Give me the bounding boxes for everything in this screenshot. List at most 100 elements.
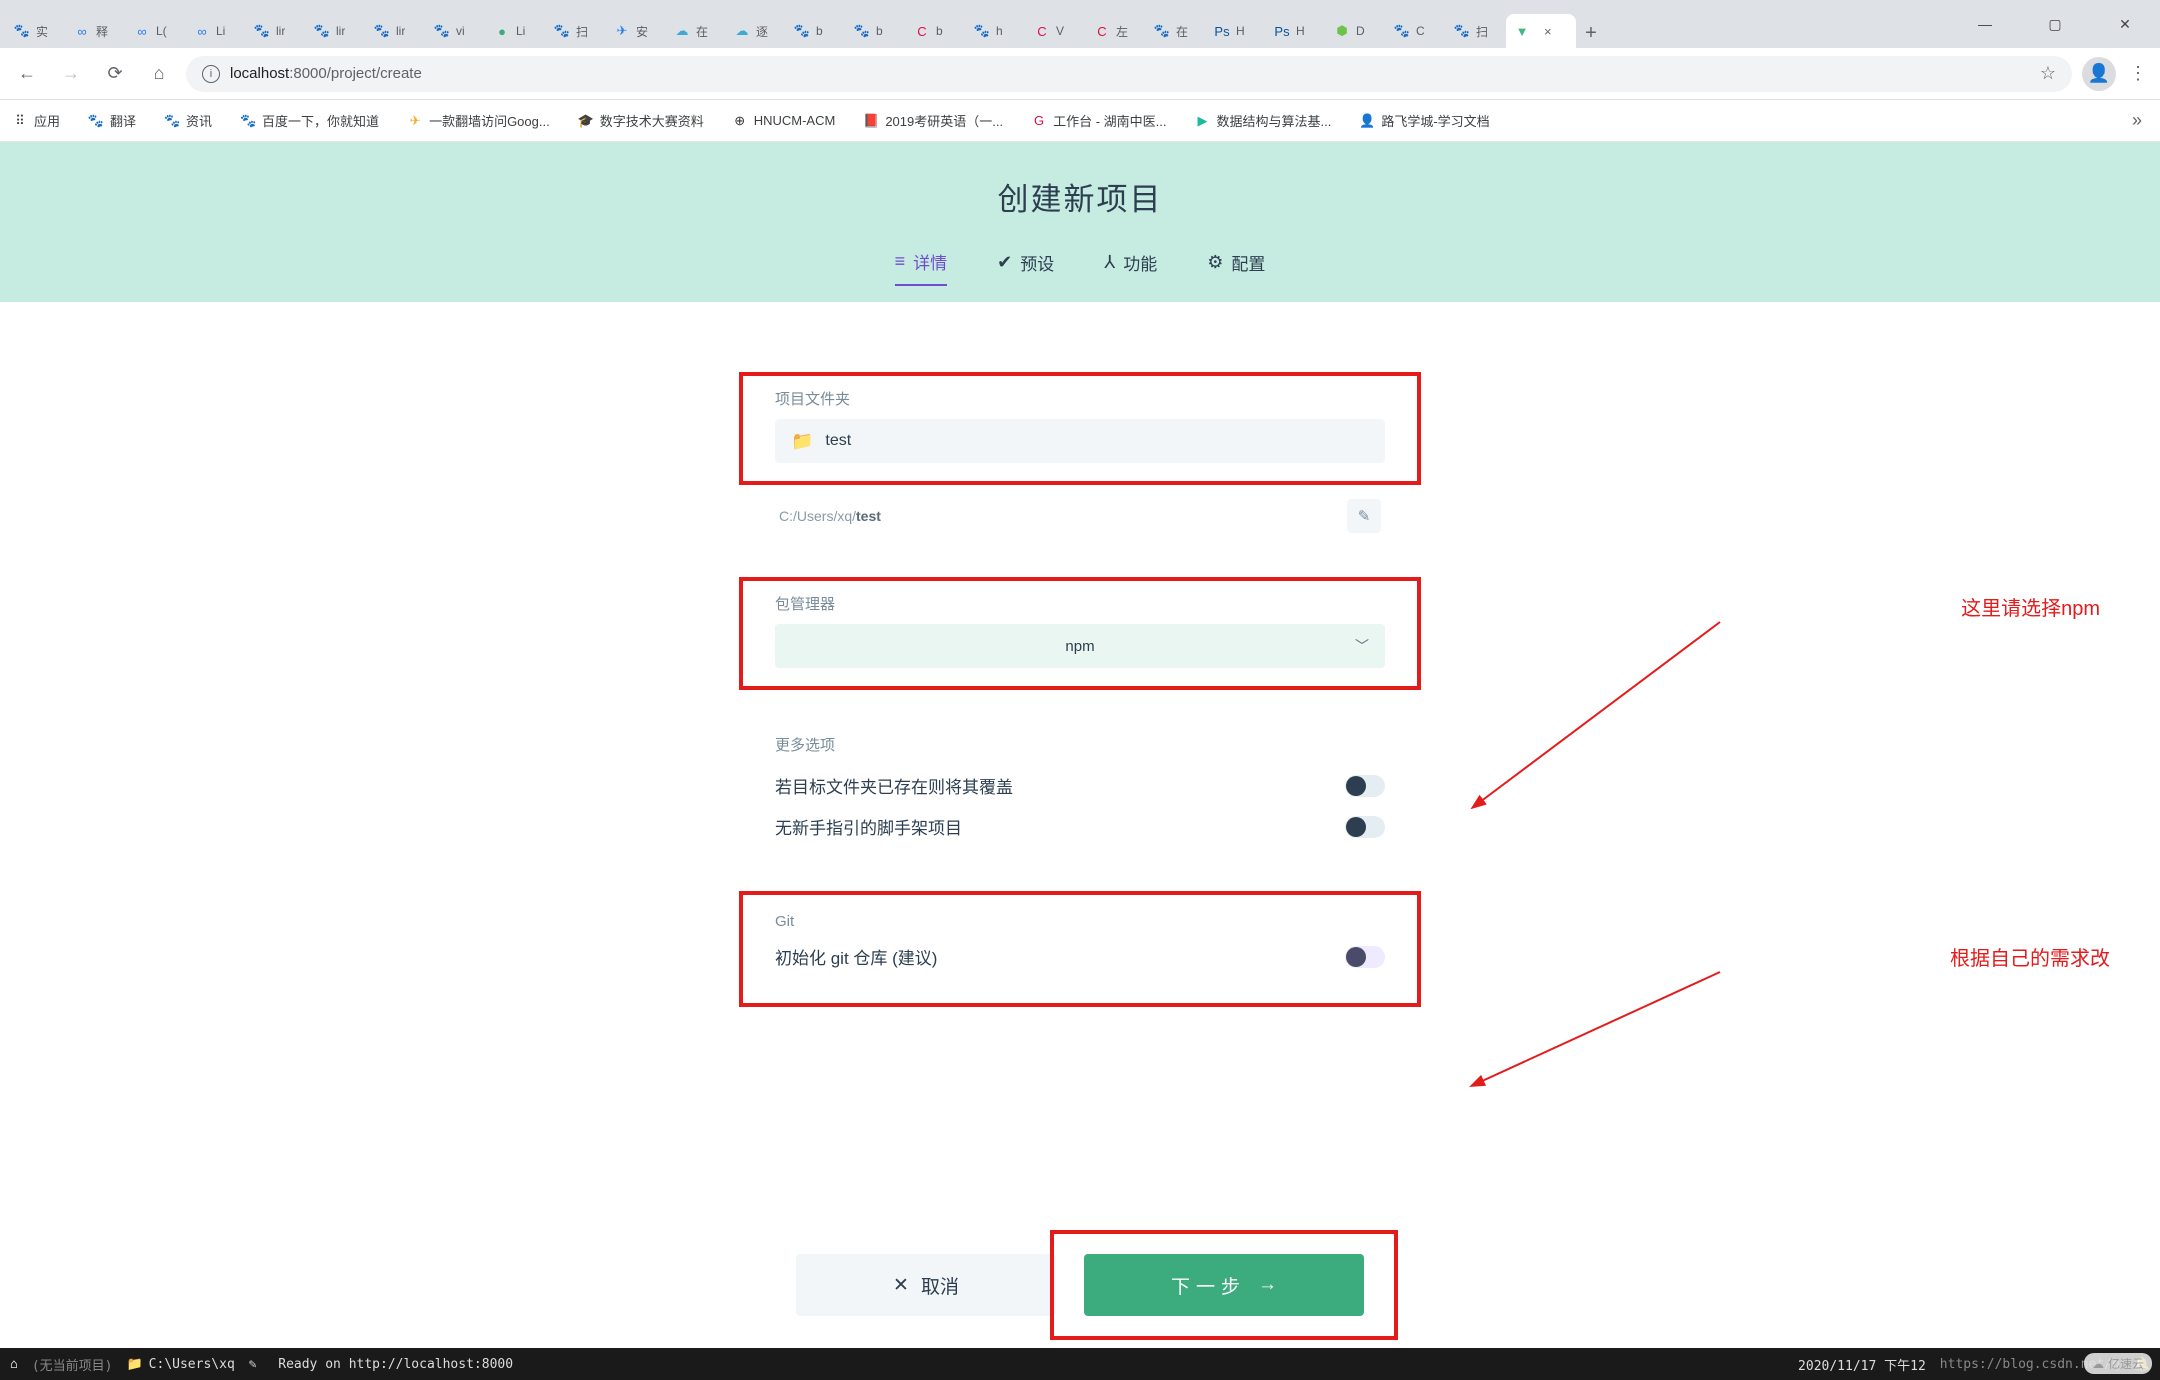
bookmark-label: 百度一下，你就知道 — [262, 111, 379, 130]
browser-tab[interactable]: 🐾在 — [1146, 14, 1206, 48]
browser-tab[interactable]: 🐾实 — [6, 14, 66, 48]
nav-reload-button[interactable]: ⟳ — [98, 57, 132, 91]
tab-favicon-icon: 🐾 — [794, 23, 810, 39]
status-cwd[interactable]: 📁 C:\Users\xq — [126, 1357, 234, 1372]
next-button[interactable]: 下一步 → — [1084, 1254, 1364, 1316]
bookmark-favicon-icon: 👤 — [1359, 113, 1375, 129]
nav-home-button[interactable]: ⌂ — [142, 57, 176, 91]
wizard-tab[interactable]: ⅄功能 — [1104, 249, 1157, 286]
browser-tab[interactable]: Cb — [906, 14, 966, 48]
page-content: 创建新项目 ≡详情✔预设⅄功能⚙配置 项目文件夹 📁 test C:/Users… — [0, 142, 2160, 1348]
bookmark-favicon-icon: G — [1031, 113, 1047, 129]
option-overwrite-toggle[interactable] — [1345, 775, 1385, 797]
bookmark-item[interactable]: ⠿应用 — [12, 111, 60, 130]
status-project: (无当前项目) — [32, 1355, 113, 1374]
tab-favicon-icon: 🐾 — [314, 23, 330, 39]
bookmark-favicon-icon: ⊕ — [732, 113, 748, 129]
tab-favicon-icon: C — [914, 23, 930, 39]
bookmark-item[interactable]: G工作台 - 湖南中医... — [1031, 111, 1166, 130]
bookmark-label: 翻译 — [110, 111, 136, 130]
browser-tab[interactable]: ✈安 — [606, 14, 666, 48]
annotation-text-git: 根据自己的需求改 — [1950, 942, 2110, 971]
edit-path-button[interactable]: ✎ — [1347, 499, 1381, 533]
browser-tab[interactable]: ∞释 — [66, 14, 126, 48]
window-minimize-button[interactable]: ― — [1950, 0, 2020, 48]
folder-input[interactable]: 📁 test — [775, 419, 1385, 463]
wizard-tab-label: 配置 — [1231, 250, 1265, 275]
bookmark-item[interactable]: 🐾 百度一下，你就知道 — [240, 111, 379, 130]
browser-tab[interactable]: ●Li — [486, 14, 546, 48]
bookmark-item[interactable]: 🐾资讯 — [164, 111, 212, 130]
browser-tab[interactable]: 🐾扫 — [546, 14, 606, 48]
bookmark-favicon-icon: ▶ — [1194, 113, 1210, 129]
browser-tab[interactable]: ☁逐 — [726, 14, 786, 48]
wizard-tab[interactable]: ⚙配置 — [1207, 249, 1265, 286]
browser-tab[interactable]: C左 — [1086, 14, 1146, 48]
bookmark-item[interactable]: 🐾翻译 — [88, 111, 136, 130]
bookmark-item[interactable]: 📕2019考研英语（一... — [863, 111, 1003, 130]
annotation-box-next: 下一步 → — [1050, 1230, 1398, 1340]
browser-tab[interactable]: 🐾lir — [366, 14, 426, 48]
more-options-label: 更多选项 — [775, 734, 1385, 755]
browser-tab[interactable]: 🐾vi — [426, 14, 486, 48]
bookmark-item[interactable]: 🎓数字技术大赛资料 — [578, 111, 704, 130]
cancel-button[interactable]: ✕ 取消 — [796, 1254, 1056, 1316]
tab-title: 实 — [36, 23, 48, 40]
browser-tab[interactable]: 🐾扫 — [1446, 14, 1506, 48]
bookmark-item[interactable]: 👤路飞学城-学习文档 — [1359, 111, 1489, 130]
browser-tab[interactable]: 🐾lir — [306, 14, 366, 48]
site-info-icon[interactable]: i — [202, 65, 220, 83]
nav-back-button[interactable]: ← — [10, 57, 44, 91]
browser-tab[interactable]: ☁在 — [666, 14, 726, 48]
bookmark-item[interactable]: ✈一款翻墙访问Goog... — [407, 111, 550, 130]
wizard-tab-label: 详情 — [913, 249, 947, 274]
option-bare-toggle[interactable] — [1345, 816, 1385, 838]
git-init-toggle[interactable] — [1345, 946, 1385, 968]
wizard-tab[interactable]: ≡详情 — [895, 249, 948, 286]
browser-tab[interactable]: PsH — [1266, 14, 1326, 48]
browser-tab[interactable]: ▼× — [1506, 14, 1576, 48]
package-manager-select[interactable]: npm ﹀ — [775, 624, 1385, 668]
tab-title: b — [876, 24, 883, 38]
bookmark-item[interactable]: ⊕HNUCM-ACM — [732, 113, 836, 129]
bookmark-star-icon[interactable]: ☆ — [2040, 63, 2056, 84]
browser-tab[interactable]: ∞Li — [186, 14, 246, 48]
profile-avatar[interactable]: 👤 — [2082, 57, 2116, 91]
tab-title: h — [996, 24, 1003, 38]
tab-close-icon[interactable]: × — [1544, 24, 1552, 39]
bookmark-label: 应用 — [34, 111, 60, 130]
url-input[interactable]: i localhost:8000/project/create ☆ — [186, 56, 2072, 92]
annotation-arrow-npm — [1460, 612, 1760, 832]
bookmarks-overflow-button[interactable]: » — [2132, 110, 2148, 131]
folder-path: C:/Users/xq/test — [779, 508, 881, 524]
bookmark-favicon-icon: 🎓 — [578, 113, 594, 129]
window-close-button[interactable]: ✕ — [2090, 0, 2160, 48]
bookmark-favicon-icon: 🐾 — [240, 113, 256, 129]
browser-tab[interactable]: 🐾C — [1386, 14, 1446, 48]
browser-tab[interactable]: PsH — [1206, 14, 1266, 48]
home-icon[interactable]: ⌂ — [10, 1357, 18, 1372]
nav-forward-button[interactable]: → — [54, 57, 88, 91]
tab-favicon-icon: 🐾 — [14, 23, 30, 39]
new-tab-button[interactable]: + — [1576, 18, 1606, 48]
tab-favicon-icon: 🐾 — [254, 23, 270, 39]
window-maximize-button[interactable]: ▢ — [2020, 0, 2090, 48]
browser-tab[interactable]: ∞L( — [126, 14, 186, 48]
tab-title: 释 — [96, 23, 108, 40]
tab-title: 在 — [1176, 23, 1188, 40]
folder-icon: 📁 — [791, 431, 813, 452]
browser-tab[interactable]: 🐾b — [786, 14, 846, 48]
browser-tab[interactable]: CV — [1026, 14, 1086, 48]
tab-title: 左 — [1116, 23, 1128, 40]
browser-tab[interactable]: 🐾h — [966, 14, 1026, 48]
annotation-box-package-manager: 包管理器 npm ﹀ — [739, 577, 1421, 690]
browser-menu-button[interactable]: ⋮ — [2126, 63, 2150, 84]
bookmark-label: 资讯 — [186, 111, 212, 130]
tab-title: 在 — [696, 23, 708, 40]
browser-tab[interactable]: 🐾lir — [246, 14, 306, 48]
wizard-tab[interactable]: ✔预设 — [997, 249, 1054, 286]
tab-favicon-icon: ✈ — [614, 23, 630, 39]
browser-tab[interactable]: 🐾b — [846, 14, 906, 48]
browser-tab[interactable]: ⬢D — [1326, 14, 1386, 48]
bookmark-item[interactable]: ▶数据结构与算法基... — [1194, 111, 1331, 130]
